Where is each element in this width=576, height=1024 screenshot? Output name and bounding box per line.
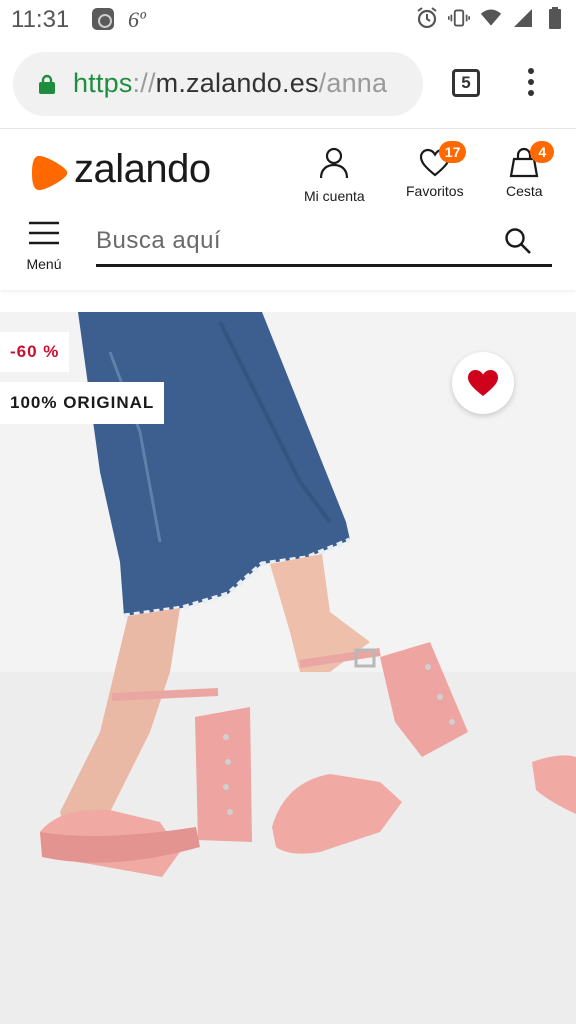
zalando-logo-text[interactable]: zalando [74, 147, 211, 192]
cart-button[interactable]: 4 Cesta [506, 141, 555, 199]
menu-button[interactable]: Menú [22, 221, 66, 272]
search-icon[interactable] [504, 227, 532, 255]
cart-icon-wrap: 4 [508, 141, 555, 179]
heart-filled-icon [468, 370, 498, 396]
authenticity-badge: 100% ORIGINAL [0, 382, 165, 424]
weather-app-icon [92, 8, 114, 30]
zalando-logo-icon[interactable] [32, 154, 68, 192]
browser-toolbar: https://m.zalando.es/anna 5 [0, 40, 576, 128]
favorites-label: Favoritos [406, 183, 464, 199]
site-header: zalando Mi cuenta 17 Favoritos 4 Cesta M… [0, 128, 576, 290]
discount-badge: -60 % [0, 332, 70, 372]
favorites-button[interactable]: 17 Favoritos [406, 141, 467, 199]
url-text[interactable]: https://m.zalando.es/anna [73, 68, 387, 99]
more-options-icon[interactable] [526, 68, 536, 100]
account-label: Mi cuenta [304, 188, 365, 204]
menu-label: Menú [26, 256, 62, 272]
url-scheme: https [73, 68, 133, 98]
search-input[interactable] [96, 223, 486, 259]
account-button[interactable]: Mi cuenta [304, 147, 365, 204]
status-temperature: 6º [128, 7, 146, 32]
hamburger-icon [29, 221, 59, 245]
battery-icon [549, 7, 561, 29]
tab-switcher-button[interactable]: 5 [452, 69, 480, 97]
lock-icon [39, 74, 55, 94]
wifi-icon [480, 9, 502, 26]
url-host: m.zalando.es [155, 68, 319, 98]
add-to-favorites-button[interactable] [452, 352, 514, 414]
status-time: 11:31 [11, 6, 70, 33]
address-bar[interactable]: https://m.zalando.es/anna [13, 52, 423, 116]
cart-label: Cesta [506, 183, 543, 199]
favorites-count-badge: 17 [438, 141, 467, 163]
product-gallery[interactable]: -60 % 100% ORIGINAL [0, 312, 576, 1024]
cart-count-badge: 4 [530, 141, 555, 163]
url-separator: :// [132, 68, 156, 98]
status-bar: 11:31 6º [0, 0, 576, 40]
favorites-icon-wrap: 17 [419, 141, 467, 179]
user-icon [320, 147, 349, 179]
vibrate-icon [448, 9, 470, 27]
signal-icon [514, 9, 532, 27]
search-bar [96, 217, 552, 267]
status-icons [416, 6, 566, 30]
alarm-icon [417, 7, 437, 29]
url-path: /anna [318, 68, 388, 98]
